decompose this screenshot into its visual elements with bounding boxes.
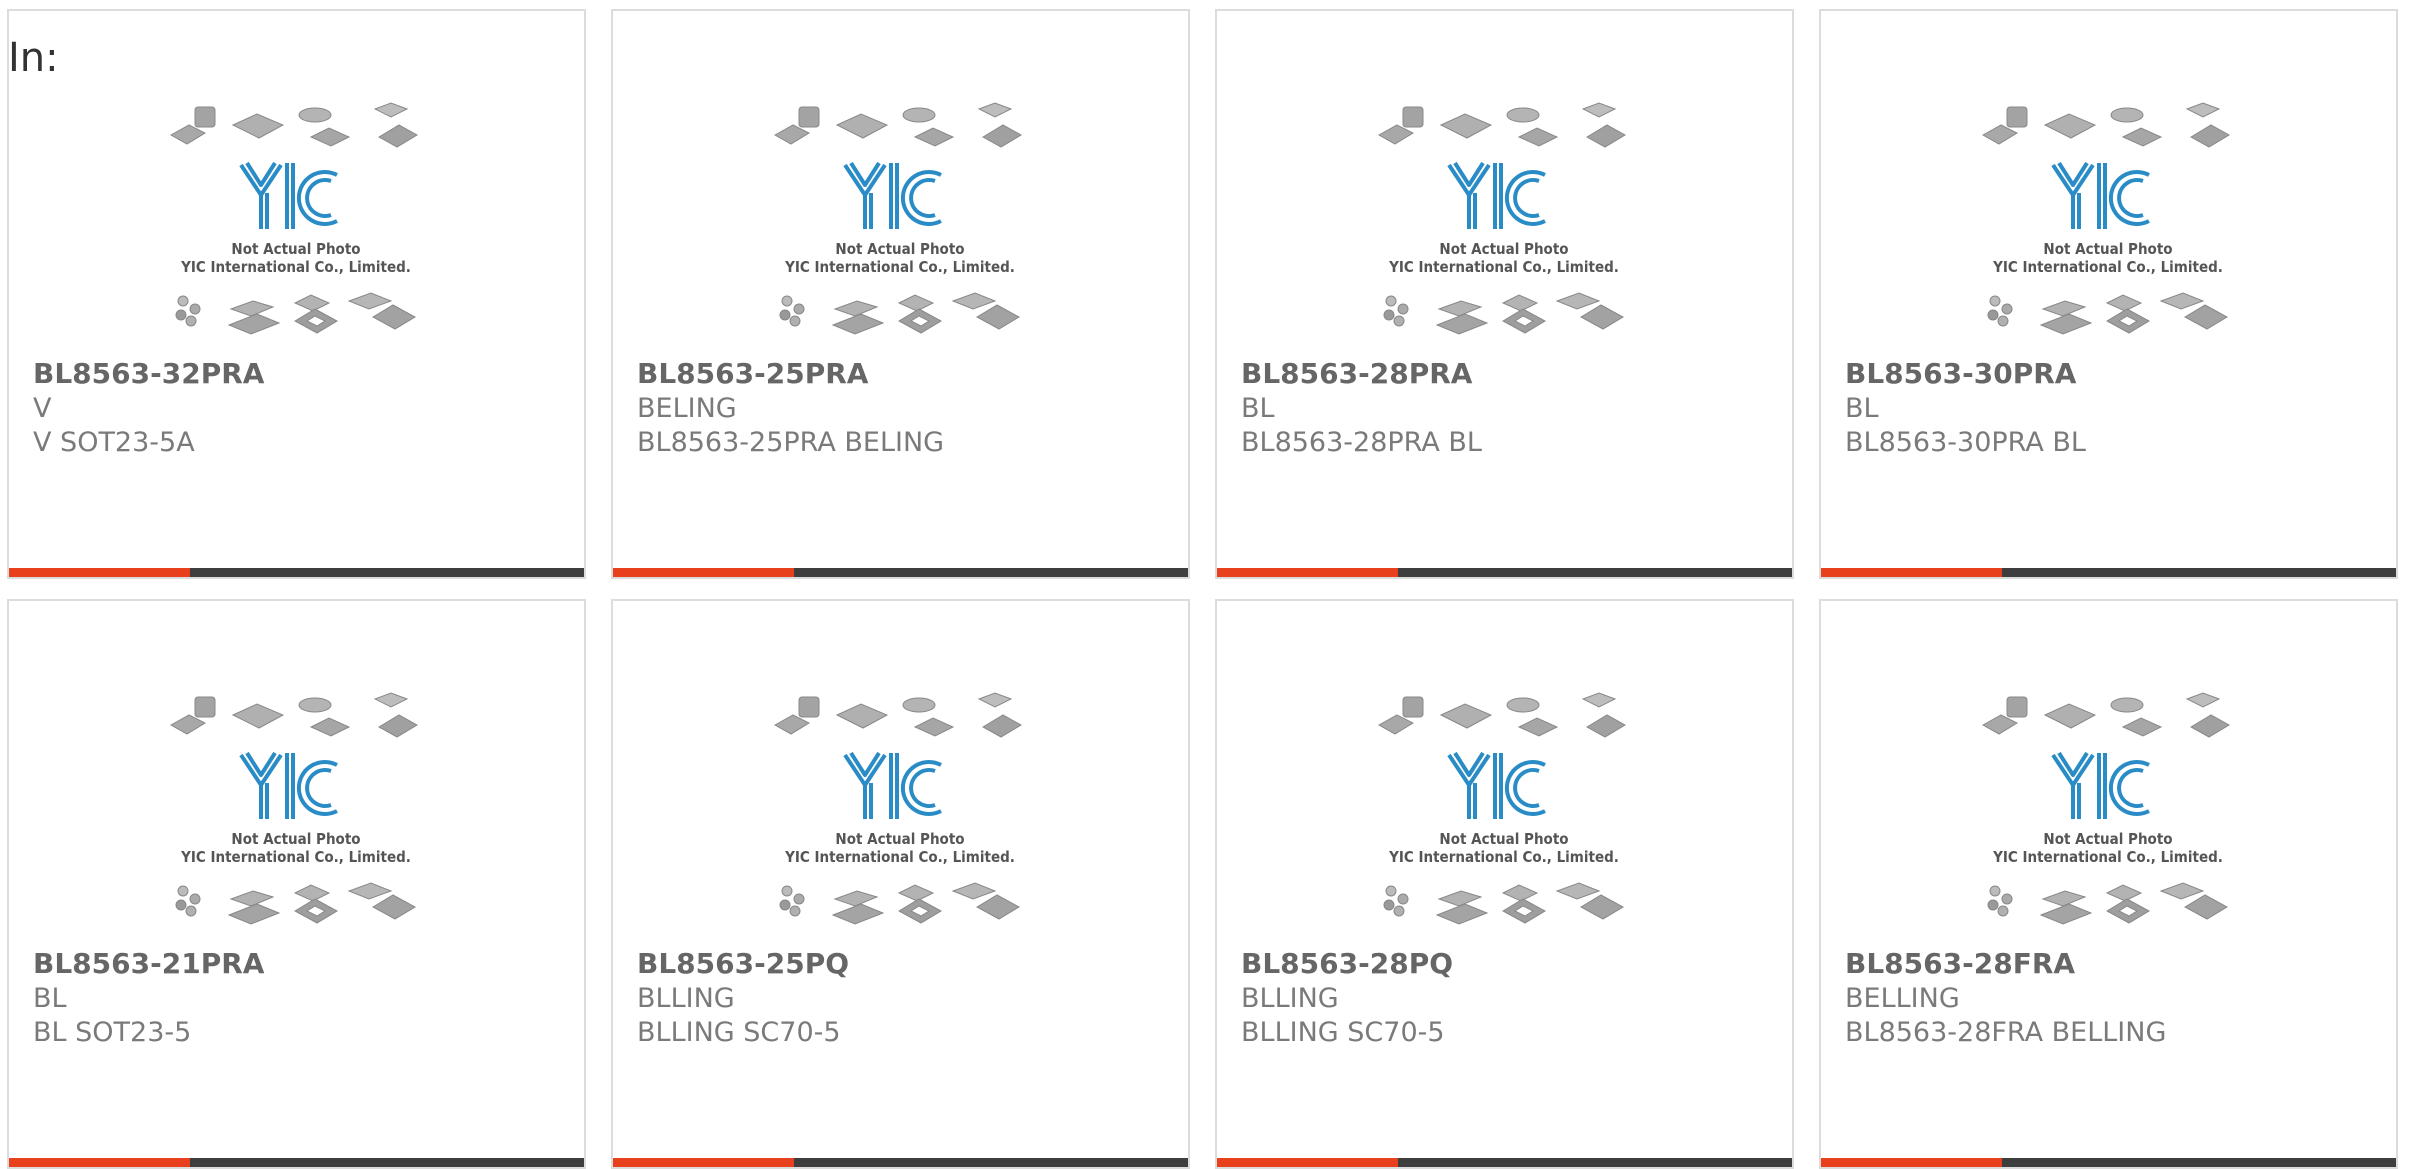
product-image-placeholder[interactable]: Not Actual Photo YIC International Co., …	[1369, 97, 1639, 347]
yic-placeholder-icon: Not Actual Photo YIC International Co., …	[1377, 102, 1626, 335]
brand-text: V	[33, 393, 52, 424]
svg-text:YIC International Co., Limited: YIC International Co., Limited.	[180, 848, 411, 866]
svg-text:YIC International Co., Limited: YIC International Co., Limited.	[1388, 258, 1619, 276]
svg-text:Not Actual Photo: Not Actual Photo	[1439, 830, 1568, 848]
card-accent-bar	[1821, 568, 2002, 577]
product-image-placeholder[interactable]: Not Actual Photo YIC International Co., …	[765, 687, 1035, 937]
yic-placeholder-icon: Not Actual Photo YIC International Co., …	[1981, 692, 2230, 925]
product-card[interactable]: Not Actual Photo YIC International Co., …	[1215, 599, 1794, 1169]
svg-text:YIC International Co., Limited: YIC International Co., Limited.	[1388, 848, 1619, 866]
description-text: BLLING SC70-5	[1241, 1017, 1445, 1048]
description-text: BL8563-28PRA BL	[1241, 427, 1482, 458]
card-accent-bar	[613, 568, 794, 577]
product-card[interactable]: Not Actual Photo YIC International Co., …	[611, 599, 1190, 1169]
svg-text:YIC International Co., Limited: YIC International Co., Limited.	[180, 258, 411, 276]
card-bottom-bar	[613, 568, 1188, 577]
brand-text: BL	[1845, 393, 1879, 424]
svg-text:Not Actual Photo: Not Actual Photo	[231, 830, 360, 848]
product-grid: Not Actual Photo YIC International Co., …	[0, 0, 2410, 1169]
card-bottom-bar	[9, 568, 584, 577]
brand-text: BLLING	[637, 983, 735, 1014]
card-accent-bar	[9, 568, 190, 577]
svg-text:Not Actual Photo: Not Actual Photo	[2043, 240, 2172, 258]
product-image-placeholder[interactable]: Not Actual Photo YIC International Co., …	[765, 97, 1035, 347]
svg-text:Not Actual Photo: Not Actual Photo	[835, 830, 964, 848]
part-number-link[interactable]: BL8563-28FRA	[1845, 947, 2075, 980]
product-image-placeholder[interactable]: Not Actual Photo YIC International Co., …	[1973, 97, 2243, 347]
card-bottom-bar	[1217, 568, 1792, 577]
yic-placeholder-icon: Not Actual Photo YIC International Co., …	[169, 102, 418, 335]
product-card[interactable]: Not Actual Photo YIC International Co., …	[1819, 599, 2398, 1169]
yic-placeholder-icon: Not Actual Photo YIC International Co., …	[773, 692, 1022, 925]
part-number-link[interactable]: BL8563-30PRA	[1845, 357, 2076, 390]
brand-text: BL	[33, 983, 67, 1014]
yic-placeholder-icon: Not Actual Photo YIC International Co., …	[1377, 692, 1626, 925]
card-accent-bar	[1217, 1158, 1398, 1167]
product-image-placeholder[interactable]: Not Actual Photo YIC International Co., …	[1369, 687, 1639, 937]
description-text: BL SOT23-5	[33, 1017, 192, 1048]
card-bottom-bar	[1821, 568, 2396, 577]
card-bottom-bar	[613, 1158, 1188, 1167]
part-number-link[interactable]: BL8563-28PRA	[1241, 357, 1472, 390]
svg-text:YIC International Co., Limited: YIC International Co., Limited.	[1992, 848, 2223, 866]
brand-text: BL	[1241, 393, 1275, 424]
product-card[interactable]: Not Actual Photo YIC International Co., …	[7, 599, 586, 1169]
part-number-link[interactable]: BL8563-21PRA	[33, 947, 264, 980]
product-card[interactable]: Not Actual Photo YIC International Co., …	[1215, 9, 1794, 579]
description-text: BLLING SC70-5	[637, 1017, 841, 1048]
card-bottom-bar	[1217, 1158, 1792, 1167]
product-image-placeholder[interactable]: Not Actual Photo YIC International Co., …	[161, 687, 431, 937]
card-accent-bar	[9, 1158, 190, 1167]
svg-text:Not Actual Photo: Not Actual Photo	[231, 240, 360, 258]
product-image-placeholder[interactable]: Not Actual Photo YIC International Co., …	[161, 97, 431, 347]
product-card[interactable]: Not Actual Photo YIC International Co., …	[611, 9, 1190, 579]
part-number-link[interactable]: BL8563-28PQ	[1241, 947, 1453, 980]
brand-text: BELING	[637, 393, 737, 424]
card-accent-bar	[1821, 1158, 2002, 1167]
product-card[interactable]: Not Actual Photo YIC International Co., …	[7, 9, 586, 579]
svg-text:YIC International Co., Limited: YIC International Co., Limited.	[1992, 258, 2223, 276]
product-image-placeholder[interactable]: Not Actual Photo YIC International Co., …	[1973, 687, 2243, 937]
svg-text:Not Actual Photo: Not Actual Photo	[1439, 240, 1568, 258]
description-text: BL8563-30PRA BL	[1845, 427, 2086, 458]
brand-text: BELLING	[1845, 983, 1960, 1014]
part-number-link[interactable]: BL8563-25PRA	[637, 357, 868, 390]
description-text: BL8563-28FRA BELLING	[1845, 1017, 2167, 1048]
card-bottom-bar	[1821, 1158, 2396, 1167]
part-number-link[interactable]: BL8563-32PRA	[33, 357, 264, 390]
svg-text:Not Actual Photo: Not Actual Photo	[835, 240, 964, 258]
svg-text:YIC International Co., Limited: YIC International Co., Limited.	[784, 848, 1015, 866]
brand-text: BLLING	[1241, 983, 1339, 1014]
in-label: In:	[8, 35, 59, 81]
yic-placeholder-icon: Not Actual Photo YIC International Co., …	[1981, 102, 2230, 335]
part-number-link[interactable]: BL8563-25PQ	[637, 947, 849, 980]
yic-placeholder-icon: Not Actual Photo YIC International Co., …	[773, 102, 1022, 335]
card-bottom-bar	[9, 1158, 584, 1167]
yic-placeholder-icon: Not Actual Photo YIC International Co., …	[169, 692, 418, 925]
product-card[interactable]: Not Actual Photo YIC International Co., …	[1819, 9, 2398, 579]
card-accent-bar	[613, 1158, 794, 1167]
card-accent-bar	[1217, 568, 1398, 577]
description-text: V SOT23-5A	[33, 427, 195, 458]
description-text: BL8563-25PRA BELING	[637, 427, 945, 458]
svg-text:YIC International Co., Limited: YIC International Co., Limited.	[784, 258, 1015, 276]
svg-text:Not Actual Photo: Not Actual Photo	[2043, 830, 2172, 848]
